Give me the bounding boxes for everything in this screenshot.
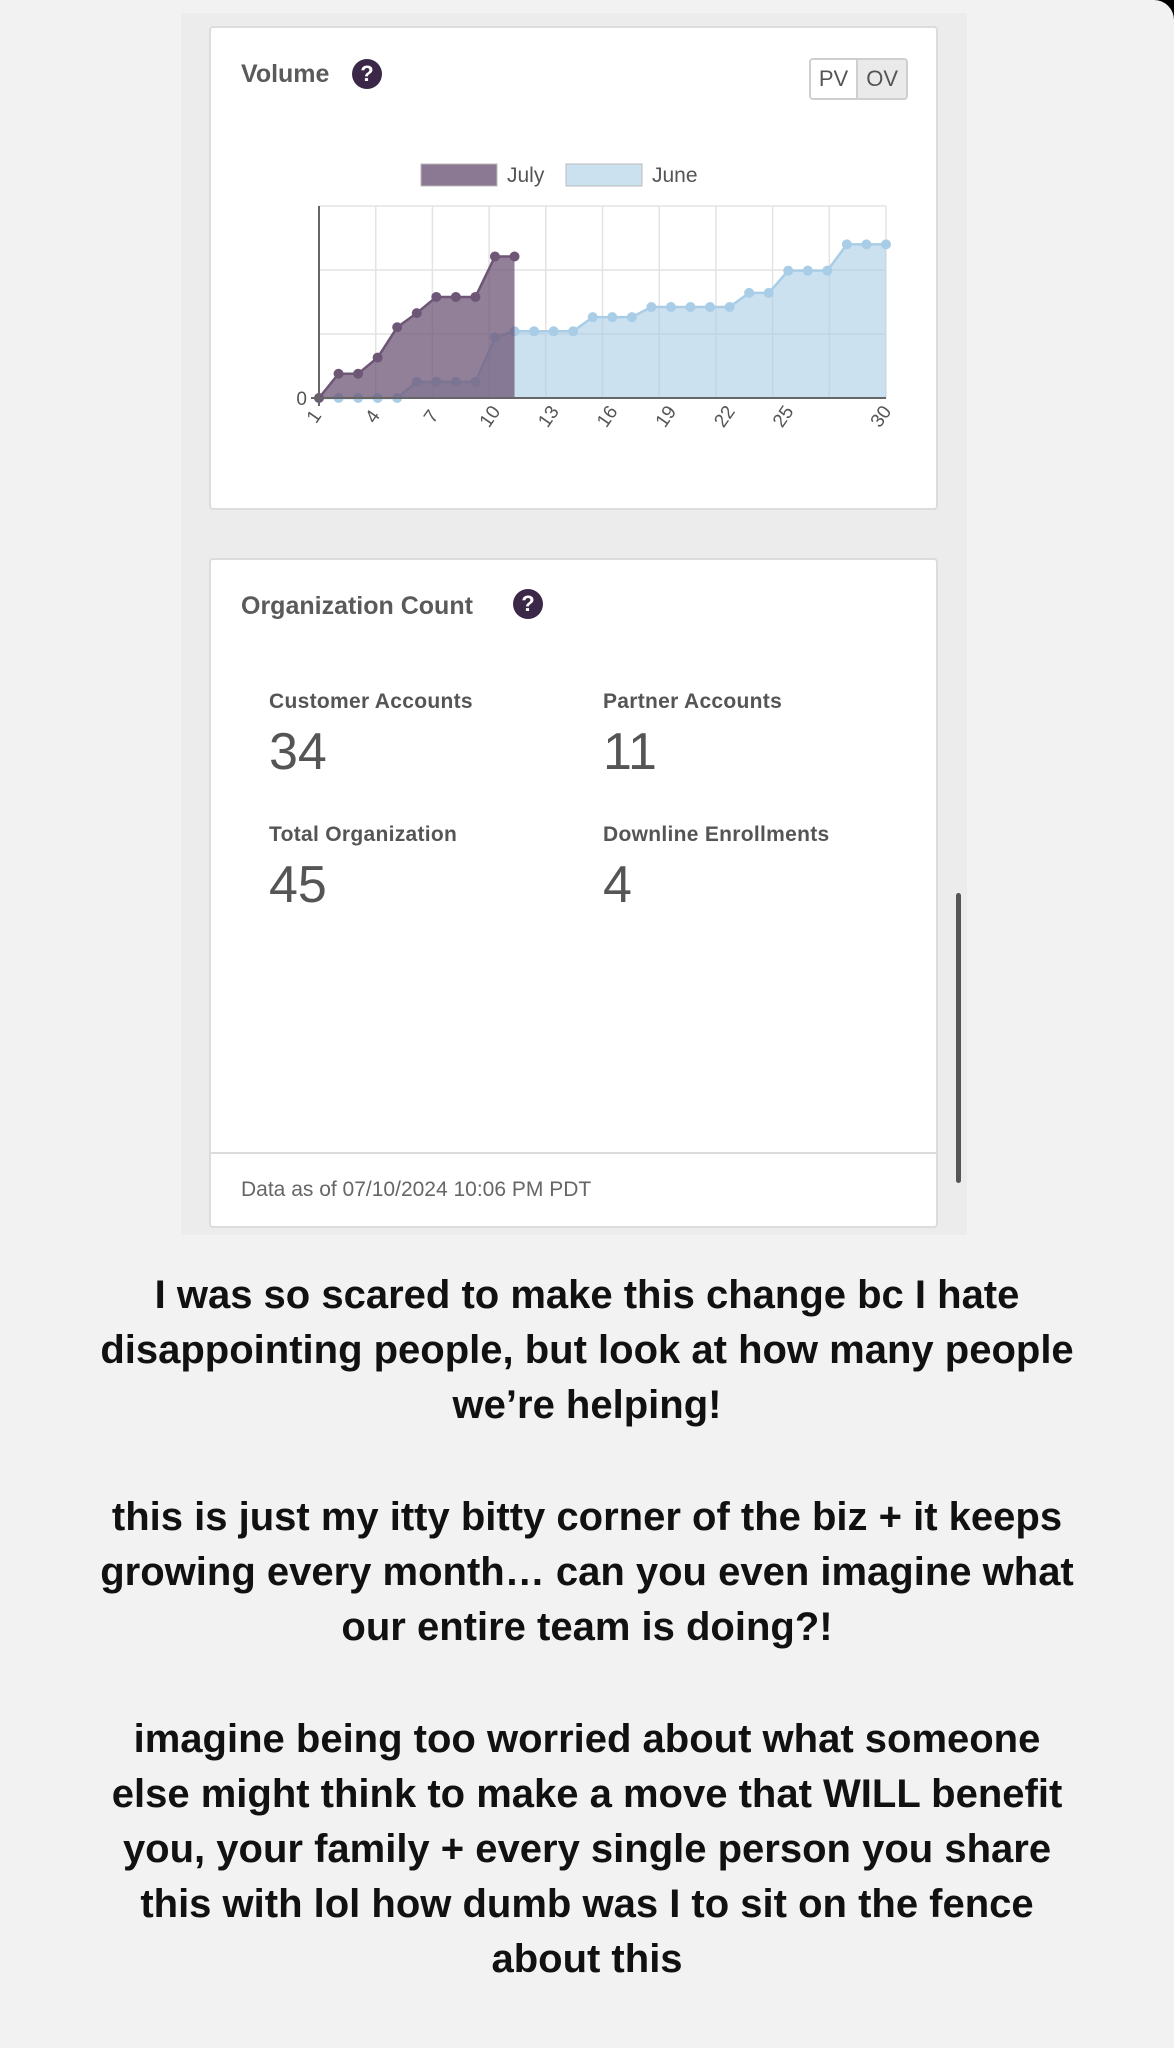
stat-total-organization: Total Organization 45 (269, 823, 457, 915)
data-point-june (587, 312, 598, 323)
organization-count-card: Organization Count ? Customer Accounts 3… (209, 558, 938, 1228)
data-point-june (822, 265, 833, 276)
data-point-july (450, 291, 461, 302)
x-tick-label: 22 (710, 402, 739, 431)
stat-label: Total Organization (269, 823, 458, 846)
data-point-june (685, 302, 696, 313)
data-point-june (802, 265, 813, 276)
data-point-june (763, 287, 774, 298)
stat-label: Downline Enrollments (603, 823, 830, 846)
x-tick-label: 19 (652, 402, 681, 431)
data-point-june (744, 287, 755, 298)
caption-paragraph-2: this is just my itty bitty corner of the… (100, 1495, 1074, 1649)
volume-chart: 01 4 7 10 13 16 19 22 25 30 July June (296, 163, 896, 432)
data-point-june (568, 326, 579, 337)
x-tick-label: 1 (303, 406, 326, 427)
data-point-july (489, 251, 500, 262)
x-tick-label: 16 (593, 402, 622, 431)
scrollbar[interactable] (956, 893, 961, 1183)
x-tick-label: 7 (420, 406, 443, 427)
data-point-june (626, 312, 637, 323)
org-count-title: Organization Count (241, 592, 473, 620)
data-point-june (646, 302, 657, 313)
stat-label: Partner Accounts (603, 690, 783, 713)
stat-value: 45 (269, 856, 327, 914)
data-point-july (470, 291, 481, 302)
data-timestamp: Data as of 07/10/2024 10:06 PM PDT (241, 1178, 592, 1201)
caption-paragraph-3: imagine being too worried about what som… (111, 1717, 1063, 1981)
stat-customer-accounts: Customer Accounts 34 (269, 690, 473, 782)
data-point-june (861, 239, 872, 250)
caption-paragraph-1: I was so scared to make this change bc I… (100, 1273, 1074, 1427)
data-point-july (392, 322, 403, 333)
data-point-june (841, 239, 852, 250)
legend-label-june: June (652, 164, 698, 187)
legend-label-july: July (507, 164, 545, 187)
data-point-july (431, 291, 442, 302)
data-point-june (724, 302, 735, 313)
y-tick-label: 0 (296, 389, 307, 410)
help-icon[interactable]: ? (513, 589, 543, 619)
data-point-july (411, 308, 422, 319)
x-tick-label: 25 (769, 402, 798, 431)
stat-value: 34 (269, 723, 327, 781)
stat-downline-enrollments: Downline Enrollments 4 (603, 823, 830, 915)
x-tick-label: 4 (362, 406, 386, 427)
data-point-june (529, 326, 540, 337)
data-point-june (783, 265, 794, 276)
data-point-june (705, 302, 716, 313)
data-point-july (333, 368, 344, 379)
stat-label: Customer Accounts (269, 690, 473, 713)
stat-value: 4 (603, 856, 632, 914)
legend-swatch-july (420, 163, 498, 187)
data-point-june (881, 239, 891, 250)
data-point-june (548, 326, 559, 337)
data-point-july (353, 368, 364, 379)
data-point-june (607, 312, 618, 323)
x-tick-label: 13 (534, 402, 563, 431)
data-point-july (509, 251, 520, 262)
legend-swatch-june (565, 163, 643, 187)
data-point-june (665, 302, 676, 313)
x-tick-label: 30 (867, 402, 896, 431)
stat-value: 11 (603, 723, 657, 781)
data-point-july (372, 352, 383, 363)
volume-card: Volume ? PV OV 0 1 4 7 10 13 16 19 22 25 30 July Jun… (209, 26, 938, 510)
screen-corner (1154, 0, 1174, 20)
x-tick-label: 10 (476, 402, 505, 431)
stat-partner-accounts: Partner Accounts 11 (603, 690, 782, 782)
card-footer: Data as of 07/10/2024 10:06 PM PDT (211, 1152, 936, 1226)
